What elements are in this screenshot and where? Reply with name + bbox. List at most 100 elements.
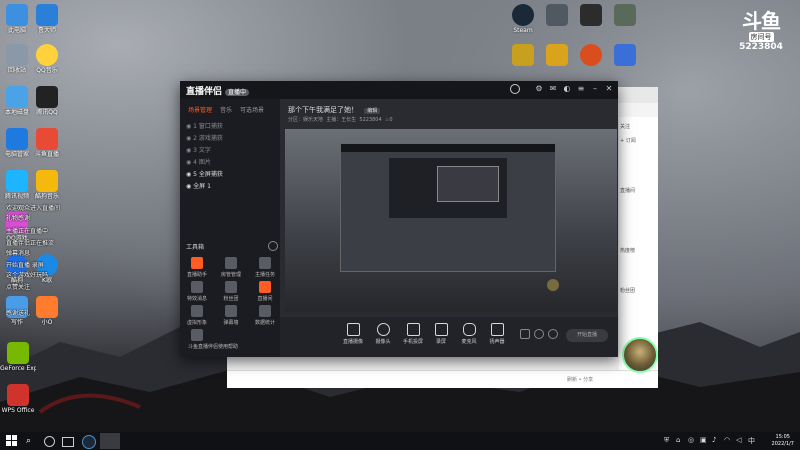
close-icon[interactable]: ✕ [604,84,614,94]
phone-icon [406,323,420,336]
tool-room-admin[interactable]: 房管管理 [218,257,244,278]
desktop-icon-kugou[interactable]: 酷狗音乐 [30,170,64,200]
settings-gear-icon[interactable] [548,329,558,339]
tool-live-assistant[interactable]: 直播助手 [184,257,210,278]
streamer-avatar[interactable] [622,337,658,373]
record-button[interactable]: 录屏 [426,323,456,345]
scene-row[interactable]: ◉ 3 文字 [186,145,211,154]
browser-right-text: 直播间 [620,188,636,194]
stream-preview[interactable] [285,129,617,312]
desktop-icon-kugou-blue[interactable]: 酷狗 [0,254,34,284]
preview-toggle-icon[interactable] [534,329,544,339]
desktop-icon-qq-music[interactable]: QQ音乐 [30,44,64,74]
desktop-icon-xiaoo[interactable]: 小O [30,296,64,326]
desktop-icon-app4[interactable] [608,4,642,26]
menu-icon[interactable]: ≡ [576,84,586,94]
icon-label: QQ音乐 [36,67,58,74]
download-icon [225,281,237,293]
webcam-button[interactable]: 摄像头 [368,323,398,345]
app-icon [614,44,636,66]
tab-scenes[interactable]: 场景管理 [188,107,212,114]
desktop-icon-kge[interactable]: K歌 [30,254,64,284]
mic-tray-icon[interactable]: ♪ [712,436,716,444]
assistant-icon [191,257,203,269]
scene-row[interactable]: ◉ 2 游戏捕获 [186,133,223,142]
network-tray-icon[interactable]: ⌂ [676,436,680,444]
tool-label: 数据统计 [254,320,275,326]
tab-optional[interactable]: 可选场景 [240,107,264,114]
steam-taskbar-icon[interactable] [82,435,96,449]
window-titlebar[interactable]: 直播伴侣 直播中 ⚙ ✉ ◐ ≡ – ✕ [180,81,618,99]
taskbar-clock[interactable]: 15:05 2022/1/7 [772,434,794,448]
desktop-icon-league[interactable] [540,44,574,66]
tab-music[interactable]: 音乐 [220,107,232,114]
icon-label: 酷狗音乐 [34,193,59,200]
scene-row[interactable]: ◉ 5 全屏捕获 [186,169,223,178]
desktop-icon-app2[interactable] [540,4,574,26]
language-tray-icon[interactable]: 中 [748,436,755,446]
settings-icon[interactable]: ⚙ [534,84,544,94]
steam-tray-icon[interactable]: ◎ [688,436,694,444]
tool-stats[interactable]: 数据统计 [252,305,278,326]
skin-icon[interactable]: ◐ [562,84,572,94]
desktop-icon-steam[interactable]: Steam [506,4,540,34]
person-icon [225,257,237,269]
desktop-icon-disk[interactable]: 本地磁盘 [0,86,34,116]
start-live-button[interactable]: 开始直播 [566,329,608,342]
game-icon [512,44,534,66]
message-icon[interactable]: ✉ [548,84,558,94]
browser-right-text[interactable]: + 订阅 [620,137,636,144]
active-app-taskbar[interactable] [100,433,120,449]
desktop-icon-wps[interactable]: WPS Office [0,384,36,414]
scene-label: 5 全屏捕获 [193,171,223,178]
stats-icon [259,305,271,317]
desktop-icon-this-pc[interactable]: 此电脑 [0,4,34,34]
nested-preview-1 [340,143,556,272]
screenshot-icon[interactable] [520,329,530,339]
scene-row[interactable]: ◉ 全屏 1 [186,181,211,190]
desktop-icon-geforce[interactable]: GeForce Experience [0,342,36,372]
tool-tasks[interactable]: 主播任务 [252,257,278,278]
wifi-tray-icon[interactable]: ◠ [724,436,730,444]
app-tray-icon[interactable]: ▣ [700,436,707,444]
tool-danmu-wall[interactable]: 弹幕墙 [218,305,244,326]
live-camera-button[interactable]: 直播摄像 [338,323,368,345]
tool-effects[interactable]: 特效消息 [184,281,210,302]
desktop-icon-recycle-bin[interactable]: 回收站 [0,44,34,74]
desktop-icon-app8[interactable] [608,44,642,66]
desktop-icon-douyu[interactable]: 斗鱼直播 [30,128,64,158]
desktop-icon-app5[interactable] [506,44,540,66]
bottom-controls: 直播摄像 摄像头 手机投屏 录屏 麦克风 扬声器 开始直播 [280,317,618,357]
desktop-icon-tencent-video[interactable]: 腾讯视频 [0,170,34,200]
windows-start-icon[interactable] [6,435,18,447]
desktop-icon-pc-manager[interactable]: 电脑管家 [0,128,34,158]
stream-companion-window[interactable]: 直播伴侣 直播中 ⚙ ✉ ◐ ≡ – ✕ 场景管理 音乐 可选场景 ◉ 1 窗口捕获 … [180,81,618,357]
chat-line: 开始直播 录屏 [6,262,44,269]
icon-label: 写作 [10,319,23,326]
edit-title-button[interactable]: 编辑 [364,108,381,114]
minimize-icon[interactable]: – [590,84,600,94]
microphone-button[interactable]: 麦克风 [454,323,484,345]
desktop-icon-qq[interactable]: 腾讯QQ [30,86,64,116]
task-view-icon[interactable] [62,437,74,447]
user-avatar-icon[interactable] [510,84,520,94]
speaker-button[interactable]: 扬声器 [482,323,512,345]
tool-tip[interactable]: 斗鱼直播伴侣使用帮助 [188,343,238,350]
scene-row[interactable]: ◉ 4 图片 [186,157,211,166]
phone-cast-button[interactable]: 手机投屏 [398,323,428,345]
cortana-icon[interactable] [44,436,55,447]
desktop-icon-app3[interactable] [574,4,608,26]
volume-tray-icon[interactable]: ◁ [736,436,741,444]
toolbox-expand-icon[interactable] [268,241,278,251]
scene-row[interactable]: ◉ 1 窗口捕获 [186,121,223,130]
search-icon[interactable]: ⌕ [26,435,38,447]
scene-label: 1 窗口捕获 [193,123,223,130]
shield-tray-icon[interactable]: ⛨ [664,436,669,445]
tool-fans[interactable]: 粉丝团 [218,281,244,302]
shield-icon [6,128,28,150]
desktop-icon-ludashi[interactable]: 鲁大师 [30,4,64,34]
tool-avatar[interactable]: 虚拟形象 [184,305,210,326]
tool-room[interactable]: 直播间 [252,281,278,302]
tool-more[interactable] [184,329,210,341]
desktop-icon-origin[interactable] [574,44,608,66]
